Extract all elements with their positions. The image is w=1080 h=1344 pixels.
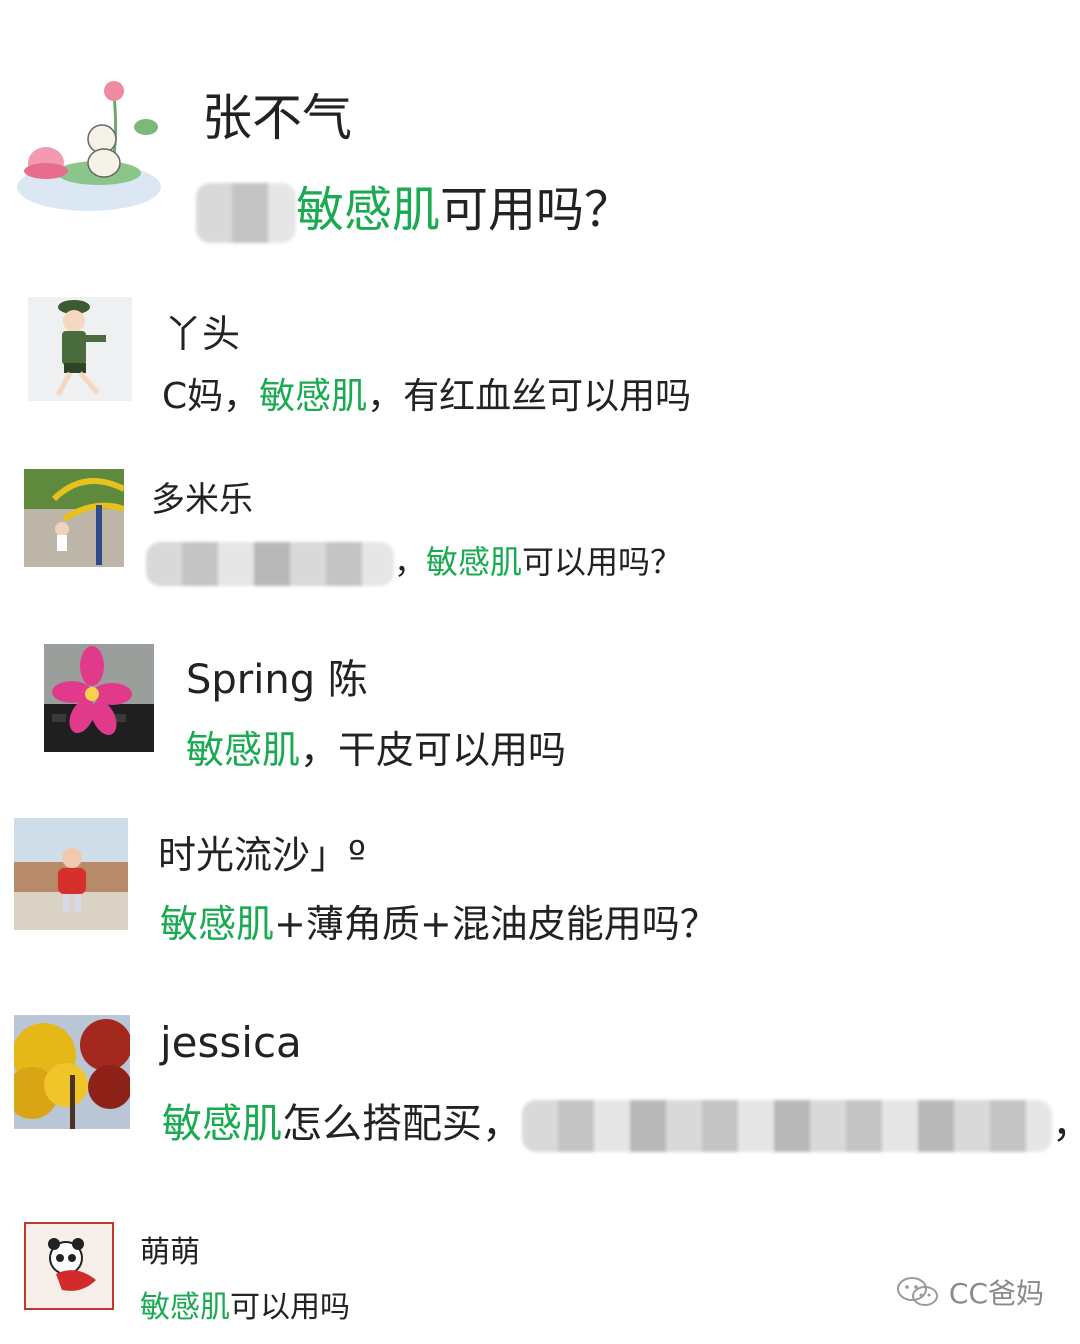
avatar[interactable] bbox=[28, 297, 132, 401]
sender-name: 多米乐 bbox=[151, 480, 253, 520]
keyword-highlight: 敏感肌 bbox=[162, 1101, 282, 1147]
message-text: 敏感肌怎么搭配买， ， bbox=[162, 1094, 1080, 1154]
chat-screenshot: 张不气 敏感肌可用吗？ 丫头 C妈，敏感肌，有红血丝可以用吗 多米乐 ，敏感肌可… bbox=[0, 0, 1080, 1344]
keyword-highlight: 敏感肌 bbox=[140, 1290, 230, 1325]
message-text: ，敏感肌可以用吗？ bbox=[146, 538, 682, 586]
watermark: CC爸妈 bbox=[895, 1272, 1044, 1312]
sender-name: 丫头 bbox=[164, 312, 241, 356]
sender-name: jessica bbox=[160, 1018, 302, 1067]
keyword-highlight: 敏感肌 bbox=[426, 543, 523, 581]
sender-name: Spring 陈 bbox=[186, 657, 368, 703]
message-prefix: ， bbox=[394, 543, 427, 581]
keyword-highlight: 敏感肌 bbox=[186, 728, 301, 772]
blurred-text bbox=[522, 1100, 1052, 1152]
message-suffix: ，干皮可以用吗 bbox=[300, 728, 567, 772]
message-suffix: 可以用吗 bbox=[230, 1290, 350, 1325]
message-tail: ， bbox=[1052, 1101, 1080, 1147]
avatar[interactable] bbox=[14, 818, 128, 930]
message-suffix: 可以用吗？ bbox=[522, 543, 683, 581]
lotus-avatar-icon bbox=[17, 81, 161, 211]
blurred-text bbox=[146, 542, 394, 586]
keyword-highlight: 敏感肌 bbox=[259, 376, 368, 417]
soldier-avatar-icon bbox=[55, 300, 106, 397]
sender-name: 萌萌 bbox=[140, 1235, 200, 1270]
message-text: C妈，敏感肌，有红血丝可以用吗 bbox=[162, 372, 691, 422]
avatar[interactable] bbox=[24, 469, 124, 567]
blurred-text bbox=[196, 183, 296, 243]
keyword-highlight: 敏感肌 bbox=[296, 182, 441, 238]
message-text: 敏感肌可以用吗 bbox=[140, 1287, 350, 1329]
autumn-tree-avatar-icon bbox=[14, 1015, 130, 1129]
avatar[interactable] bbox=[14, 1015, 130, 1129]
avatar[interactable] bbox=[24, 1222, 114, 1310]
panda-avatar-icon bbox=[48, 1238, 96, 1291]
avatar[interactable] bbox=[14, 75, 164, 215]
message-text: 敏感肌可用吗？ bbox=[196, 178, 632, 243]
watermark-text: CC爸妈 bbox=[948, 1277, 1044, 1310]
message-suffix: +薄角质+混油皮能用吗？ bbox=[274, 902, 718, 946]
message-suffix: 怎么搭配买， bbox=[282, 1101, 522, 1147]
message-suffix: ，有红血丝可以用吗 bbox=[367, 376, 692, 417]
flower-avatar-icon bbox=[44, 646, 154, 752]
wechat-icon bbox=[896, 1277, 938, 1306]
sender-name: 时光流沙」º bbox=[158, 833, 366, 877]
message-text: 敏感肌+薄角质+混油皮能用吗？ bbox=[160, 898, 718, 950]
message-prefix: C妈， bbox=[162, 376, 260, 417]
child-avatar-icon bbox=[14, 818, 128, 930]
playground-avatar-icon bbox=[24, 469, 124, 567]
message-suffix: 可用吗？ bbox=[440, 182, 633, 238]
message-text: 敏感肌，干皮可以用吗 bbox=[186, 724, 566, 776]
sender-name: 张不气 bbox=[202, 89, 352, 147]
avatar[interactable] bbox=[44, 644, 154, 752]
keyword-highlight: 敏感肌 bbox=[160, 902, 275, 946]
